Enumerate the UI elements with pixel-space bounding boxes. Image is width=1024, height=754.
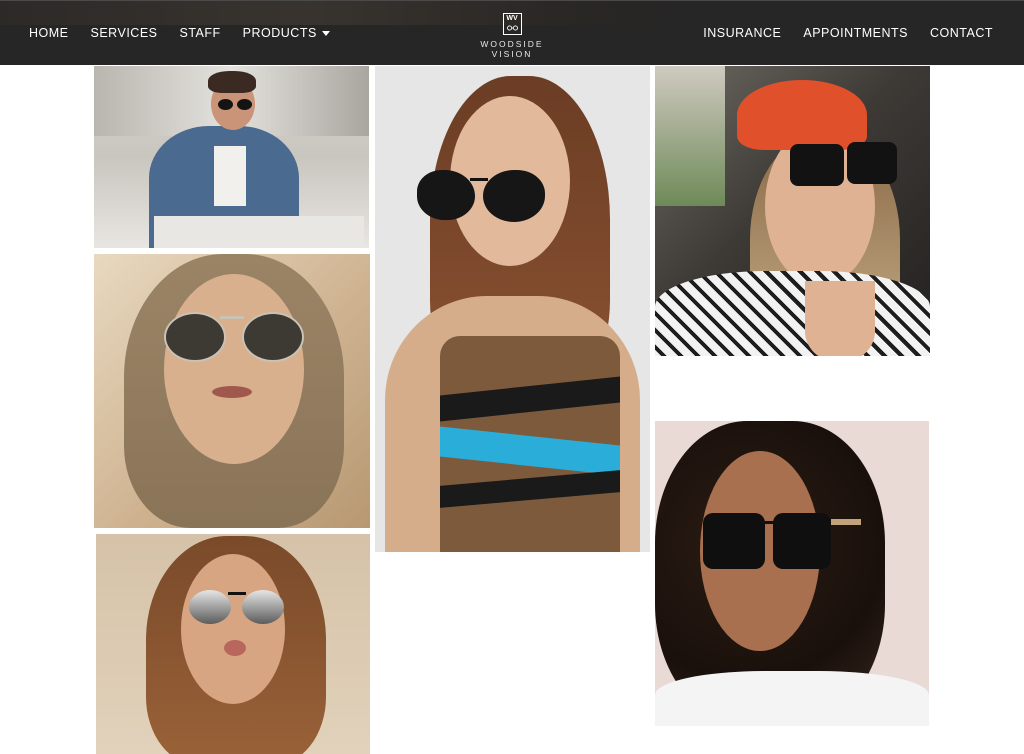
top-navbar: HOME SERVICES STAFF PRODUCTS WV WOODSIDE…	[0, 0, 1024, 65]
nav-services-label: SERVICES	[90, 26, 158, 40]
nav-products-label: PRODUCTS	[242, 26, 317, 40]
nav-contact-link[interactable]: CONTACT	[930, 26, 993, 40]
nav-left-group: HOME SERVICES STAFF PRODUCTS	[29, 26, 330, 40]
nav-services-link[interactable]: SERVICES	[91, 26, 158, 40]
gallery-photo-curly-hair-woman[interactable]	[655, 421, 929, 726]
brand-name: WOODSIDE VISION	[480, 39, 544, 59]
nav-staff-link[interactable]: STAFF	[180, 26, 221, 40]
gallery-photo-red-cap-woman[interactable]	[655, 66, 930, 356]
logo-mark-icon: WV	[502, 13, 522, 35]
nav-right-group: INSURANCE APPOINTMENTS CONTACT	[703, 26, 993, 40]
nav-insurance-link[interactable]: INSURANCE	[703, 26, 781, 40]
gallery-photo-aviator-woman[interactable]	[94, 254, 370, 528]
nav-contact-label: CONTACT	[930, 26, 993, 40]
nav-appointments-label: APPOINTMENTS	[803, 26, 908, 40]
gallery-photo-man-cafe[interactable]	[94, 66, 369, 248]
caret-down-icon	[321, 31, 330, 36]
nav-appointments-link[interactable]: APPOINTMENTS	[803, 26, 908, 40]
nav-products-link[interactable]: PRODUCTS	[243, 26, 330, 40]
nav-home-link[interactable]: HOME	[29, 26, 69, 40]
logo-mark-letters: WV	[506, 15, 518, 22]
brand-logo[interactable]: WV WOODSIDE VISION	[460, 13, 564, 59]
gallery-photo-cateye-woman[interactable]	[375, 66, 650, 552]
nav-insurance-label: INSURANCE	[703, 26, 782, 40]
nav-home-label: HOME	[29, 26, 69, 40]
gallery-photo-mirrored-aviator-woman[interactable]	[96, 534, 370, 754]
glasses-icon	[506, 25, 518, 31]
nav-staff-label: STAFF	[179, 26, 221, 40]
